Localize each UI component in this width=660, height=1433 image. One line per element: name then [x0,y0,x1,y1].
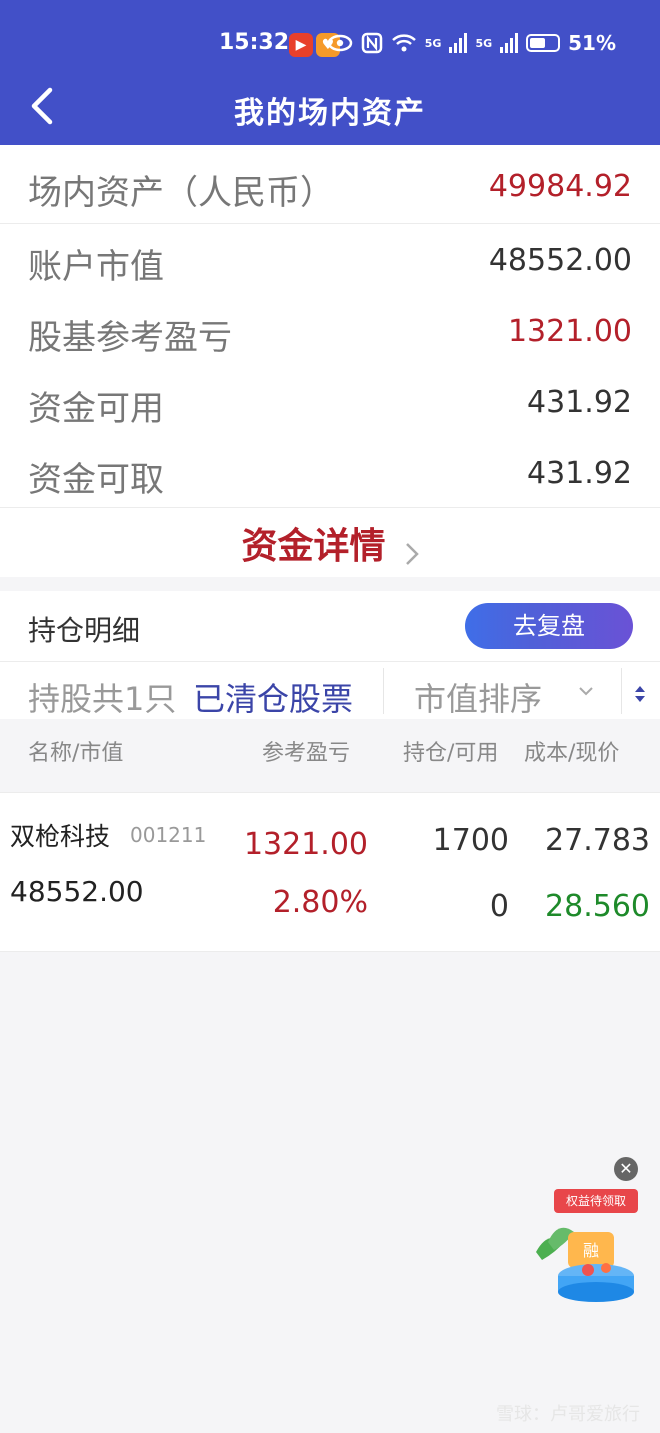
holdings-column-header: 名称/市值 参考盈亏 持仓/可用 成本/现价 [0,719,660,791]
ref-profit-value: 1321.00 [507,314,632,349]
withdrawable-funds-value: 431.92 [527,456,632,491]
table-row[interactable]: 双枪科技 001211 48552.00 1321.00 2.80% 1700 … [0,792,660,952]
status-indicators: 5G 5G 51% [327,31,616,55]
stock-profit-pct: 2.80% [272,885,368,920]
app-header: 15:32 ▶ ♥ 5G 5G 51% 我的场内资产 [0,0,660,145]
network-type-2: 5G [475,36,493,50]
promo-tag[interactable]: 权益待领取 [554,1189,638,1213]
eye-icon [327,34,352,52]
signal-icon-1 [449,33,468,53]
nfc-icon [361,32,382,54]
stock-available: 0 [489,889,509,924]
total-assets-row: 场内资产（人民币） 49984.92 [0,153,660,217]
holdings-title: 持仓明细 [28,614,141,647]
page-title: 我的场内资产 [234,96,426,131]
available-funds-label: 资金可用 [28,389,164,429]
watermark: 雪球：卢哥爱旅行 [496,1404,640,1425]
ref-profit-row: 股基参考盈亏 1321.00 [0,298,660,362]
withdrawable-funds-label: 资金可取 [28,460,164,500]
asset-summary: 场内资产（人民币） 49984.92 账户市值 48552.00 股基参考盈亏 … [0,145,660,577]
col-cost-price: 成本/现价 [524,741,620,766]
sort-dropdown[interactable]: 市值排序 [414,674,542,720]
market-value-label: 账户市值 [28,247,164,287]
signal-icon-2 [500,33,519,53]
stock-name: 双枪科技 [10,822,111,851]
divider [0,507,660,508]
battery-icon [526,34,561,52]
holdings-filter-bar: 持股共1只 已清仓股票 市值排序 [0,661,660,720]
fund-details-label: 资金详情 [241,526,386,567]
stock-price: 28.560 [545,889,650,924]
total-assets-label: 场内资产（人民币） [28,173,334,213]
network-type-1: 5G [424,36,442,50]
holdings-count: 持股共1只 [28,680,177,718]
ref-profit-label: 股基参考盈亏 [28,318,232,358]
divider [383,668,384,714]
total-assets-value: 49984.92 [488,169,632,204]
divider [0,223,660,224]
available-funds-row: 资金可用 431.92 [0,369,660,433]
holdings-section: 持仓明细 去复盘 持股共1只 已清仓股票 市值排序 [0,591,660,719]
withdrawable-funds-row: 资金可取 431.92 [0,440,660,504]
available-funds-value: 431.92 [527,385,632,420]
stock-market-value: 48552.00 [10,875,144,908]
close-icon[interactable]: ✕ [614,1157,638,1181]
review-button[interactable]: 去复盘 [465,603,633,649]
col-ref-pl: 参考盈亏 [262,741,351,766]
col-position: 持仓/可用 [403,741,499,766]
video-app-icon: ▶ [289,33,313,57]
battery-percent: 51% [568,31,616,55]
col-name-mv: 名称/市值 [28,741,124,766]
stock-cost: 27.783 [545,823,650,858]
chevron-right-icon [405,542,419,565]
fund-details-link[interactable]: 资金详情 [0,517,660,573]
promo-badge-text: 融 [583,1241,599,1260]
chevron-down-icon[interactable] [578,686,594,696]
wifi-icon [391,34,416,52]
market-value-row: 账户市值 48552.00 [0,227,660,291]
divider [621,668,622,714]
status-time: 15:32 [219,30,290,55]
sort-toggle-icon[interactable] [633,684,647,704]
market-value-value: 48552.00 [488,243,632,278]
stock-code: 001211 [130,823,207,847]
cleared-stocks-link[interactable]: 已清仓股票 [193,674,353,720]
stock-position: 1700 [432,823,509,858]
gift-box-icon[interactable]: 融 [528,1212,640,1302]
stock-profit: 1321.00 [243,827,368,862]
